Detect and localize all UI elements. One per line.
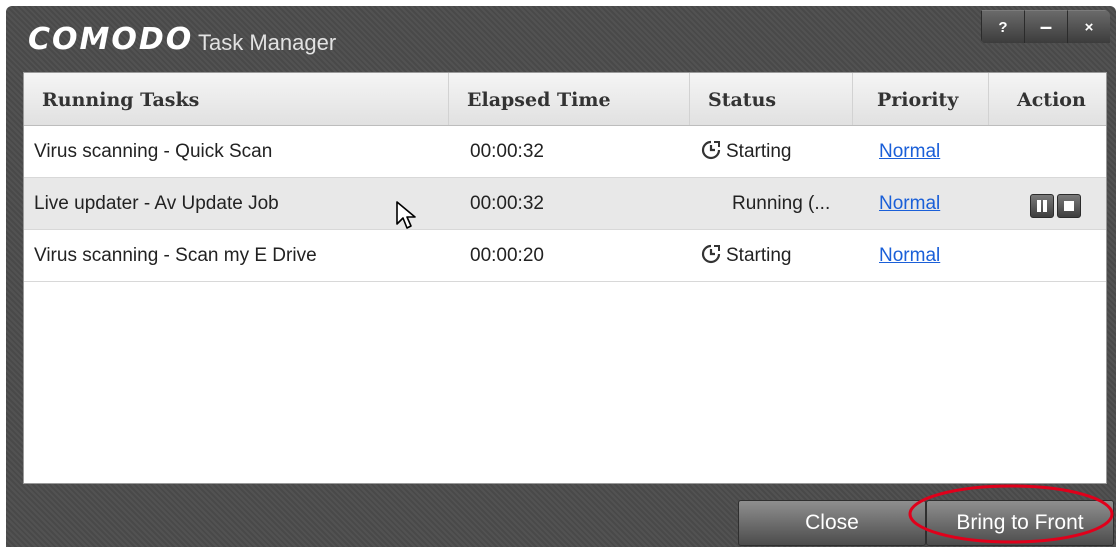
table-row[interactable]: Virus scanning - Scan my E Drive 00:00:2… <box>24 230 1106 282</box>
status-text: Starting <box>726 141 792 162</box>
column-header-action[interactable]: Action <box>988 73 1119 125</box>
status-text: Starting <box>726 245 792 266</box>
pause-button[interactable] <box>1030 194 1054 218</box>
status-text: Running (... <box>732 193 831 214</box>
task-manager-window: COMODO Task Manager ? – × Running Tasks … <box>6 6 1116 547</box>
priority-link[interactable]: Normal <box>879 126 940 177</box>
stop-button[interactable] <box>1057 194 1081 218</box>
column-header-running-tasks[interactable]: Running Tasks <box>24 73 466 125</box>
comodo-logo: COMODO <box>28 22 194 57</box>
highlight-annotation <box>908 484 1114 544</box>
table-header: Running Tasks Elapsed Time Status Priori… <box>24 73 1106 126</box>
pause-icon <box>1037 200 1041 212</box>
column-header-status[interactable]: Status <box>689 73 870 125</box>
elapsed-time: 00:00:32 <box>470 193 544 214</box>
mouse-cursor-icon <box>396 201 416 229</box>
title-bar[interactable]: COMODO Task Manager ? – × <box>6 6 1116 72</box>
status-cell: Starting <box>700 126 791 177</box>
table-row[interactable]: Live updater - Av Update Job 00:00:32 Ru… <box>24 178 1106 230</box>
clock-icon <box>701 140 721 160</box>
clock-icon <box>701 244 721 264</box>
priority-link[interactable]: Normal <box>879 230 940 281</box>
task-name: Live updater - Av Update Job <box>34 193 279 214</box>
elapsed-time: 00:00:20 <box>470 245 544 266</box>
tasks-table: Running Tasks Elapsed Time Status Priori… <box>23 72 1107 484</box>
pause-icon-bar <box>1043 200 1047 212</box>
task-name: Virus scanning - Quick Scan <box>34 141 273 162</box>
close-button[interactable]: Close <box>738 500 926 546</box>
minimize-button[interactable]: – <box>1024 10 1067 43</box>
status-cell: Starting <box>700 230 791 281</box>
close-window-button[interactable]: × <box>1067 10 1110 43</box>
window-controls: ? – × <box>981 10 1110 44</box>
priority-link[interactable]: Normal <box>879 178 940 229</box>
help-button[interactable]: ? <box>981 10 1024 43</box>
window-title: Task Manager <box>198 30 337 55</box>
task-name: Virus scanning - Scan my E Drive <box>34 245 317 266</box>
stop-icon <box>1064 201 1074 211</box>
column-header-elapsed-time[interactable]: Elapsed Time <box>448 73 707 125</box>
elapsed-time: 00:00:32 <box>470 141 544 162</box>
table-row[interactable]: Virus scanning - Quick Scan 00:00:32 Sta… <box>24 126 1106 178</box>
